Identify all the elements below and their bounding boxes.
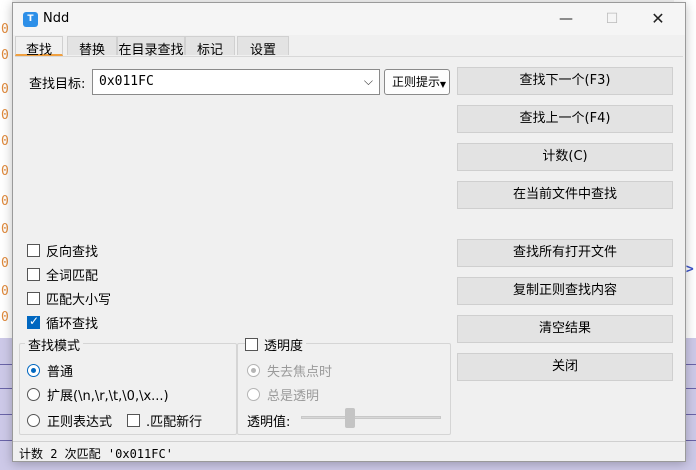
window-title: Ndd — [43, 11, 70, 26]
transparency-checkbox[interactable]: 透明度 — [245, 335, 307, 354]
find-all-open-files-button[interactable]: 查找所有打开文件 — [457, 239, 673, 267]
clear-results-button[interactable]: 清空结果 — [457, 315, 673, 343]
tab-mark[interactable]: 标记 — [185, 36, 235, 58]
transparency-value-label: 透明值: — [247, 415, 291, 430]
title-bar: T Ndd — ☐ ✕ — [13, 3, 685, 35]
count-button[interactable]: 计数(C) — [457, 143, 673, 171]
tab-find-in-directory[interactable]: 在目录查找 — [117, 36, 185, 58]
close-window-button[interactable]: ✕ — [635, 7, 681, 31]
chevron-down-icon[interactable]: ⌵ — [364, 74, 373, 89]
caret-down-icon: ▼ — [439, 80, 446, 89]
wrap-around-checkbox[interactable]: 循环查找 — [27, 313, 98, 332]
mode-extended-radio[interactable]: 扩展(\n,\r,\t,\0,\x...) — [27, 385, 169, 404]
search-mode-title: 查找模式 — [25, 335, 84, 354]
app-icon: T — [23, 12, 38, 27]
reverse-search-checkbox[interactable]: 反向查找 — [27, 241, 98, 260]
minimize-button[interactable]: — — [543, 7, 589, 31]
maximize-button[interactable]: ☐ — [589, 7, 635, 31]
regex-hint-label: 正则提示 — [392, 75, 441, 89]
on-lose-focus-radio[interactable]: 失去焦点时 — [247, 361, 332, 380]
mode-regex-radio[interactable]: 正则表达式 — [27, 411, 112, 430]
tab-find[interactable]: 查找 — [15, 36, 63, 58]
always-transparent-radio[interactable]: 总是透明 — [247, 385, 319, 404]
find-dialog: T Ndd — ☐ ✕ 查找 替换 在目录查找 标记 设置 查找目标: 0x01… — [12, 2, 686, 462]
dot-matches-newline-checkbox[interactable]: .匹配新行 — [127, 411, 202, 430]
status-bar: 计数 2 次匹配 '0x011FC' — [13, 441, 685, 461]
search-input[interactable]: 0x011FC — [99, 74, 154, 89]
tab-replace[interactable]: 替换 — [67, 36, 117, 58]
whole-word-checkbox[interactable]: 全词匹配 — [27, 265, 98, 284]
mode-normal-radio[interactable]: 普通 — [27, 361, 73, 380]
find-panel: 查找目标: 0x011FC ⌵ 正则提示 ▼ 查找下一个(F3) 查找上一个(F… — [15, 56, 683, 441]
copy-regex-results-button[interactable]: 复制正则查找内容 — [457, 277, 673, 305]
transparency-slider-thumb[interactable] — [345, 408, 355, 428]
search-combobox[interactable]: 0x011FC ⌵ — [92, 69, 380, 95]
regex-hint-button[interactable]: 正则提示 ▼ — [384, 69, 450, 95]
find-in-current-file-button[interactable]: 在当前文件中查找 — [457, 181, 673, 209]
find-previous-button[interactable]: 查找上一个(F4) — [457, 105, 673, 133]
find-next-button[interactable]: 查找下一个(F3) — [457, 67, 673, 95]
tab-settings[interactable]: 设置 — [237, 36, 289, 58]
transparency-slider-track[interactable] — [301, 416, 441, 419]
close-button[interactable]: 关闭 — [457, 353, 673, 381]
match-case-checkbox[interactable]: 匹配大小写 — [27, 289, 111, 308]
search-label: 查找目标: — [29, 77, 86, 92]
status-text: 计数 2 次匹配 '0x011FC' — [19, 447, 173, 461]
